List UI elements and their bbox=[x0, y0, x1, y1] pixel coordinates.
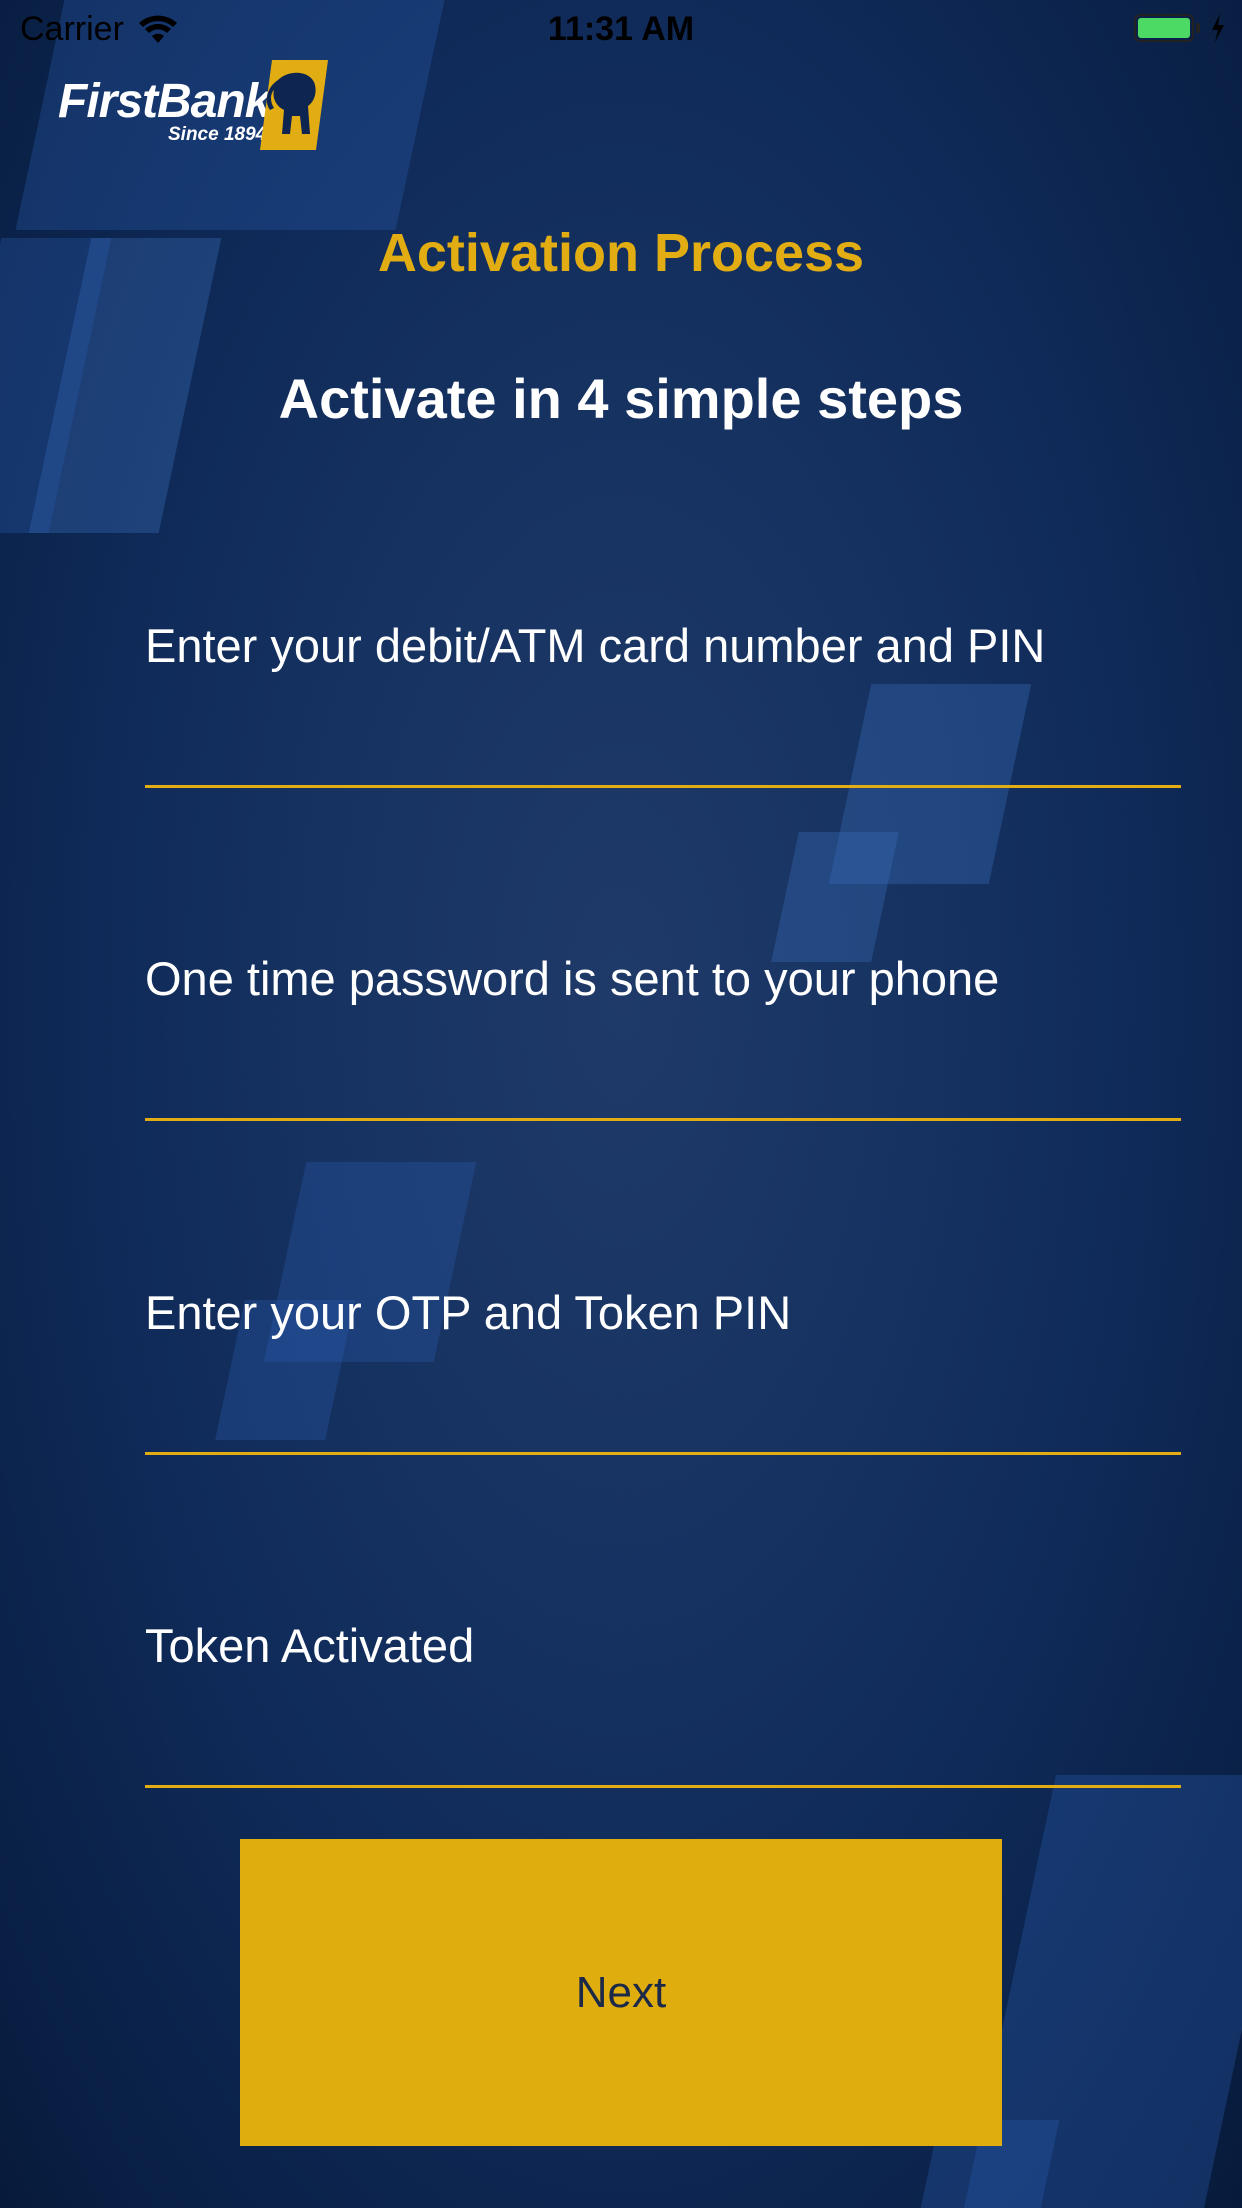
battery-group bbox=[1134, 14, 1226, 42]
logo-tagline: Since 1894 bbox=[168, 124, 267, 145]
step-label: Token Activated bbox=[145, 1619, 475, 1672]
page-title: Activation Process bbox=[377, 223, 865, 283]
step-1: Enter your debit/ATM card number and PIN bbox=[145, 618, 1181, 788]
step-label: Enter your OTP and Token PIN bbox=[145, 1286, 792, 1339]
logo-name: FirstBank bbox=[58, 75, 271, 128]
background-decoration bbox=[771, 832, 899, 962]
step-label: One time password is sent to your phone bbox=[145, 952, 1000, 1005]
step-divider bbox=[145, 785, 1181, 788]
page-subtitle: Activate in 4 simple steps bbox=[278, 367, 964, 430]
elephant-emblem-icon bbox=[260, 60, 328, 150]
step-2: One time password is sent to your phone bbox=[145, 951, 1181, 1121]
step-4: Token Activated bbox=[145, 1618, 1181, 1788]
status-bar: Carrier 11:31 AM bbox=[0, 0, 1242, 60]
step-divider bbox=[145, 1118, 1181, 1121]
step-divider bbox=[145, 1452, 1181, 1455]
step-3: Enter your OTP and Token PIN bbox=[145, 1285, 1181, 1455]
battery-nub bbox=[1196, 23, 1200, 33]
battery-icon bbox=[1134, 14, 1194, 42]
status-time: 11:31 AM bbox=[547, 10, 695, 48]
background-decoration bbox=[963, 1775, 1242, 2208]
firstbank-logo: FirstBank Since 1894 bbox=[58, 58, 338, 152]
battery-level bbox=[1138, 18, 1190, 38]
bolt-icon bbox=[1212, 14, 1224, 42]
step-label: Enter your debit/ATM card number and PIN bbox=[145, 619, 1046, 672]
next-button[interactable]: Next bbox=[240, 1839, 1002, 2146]
step-divider bbox=[145, 1785, 1181, 1788]
